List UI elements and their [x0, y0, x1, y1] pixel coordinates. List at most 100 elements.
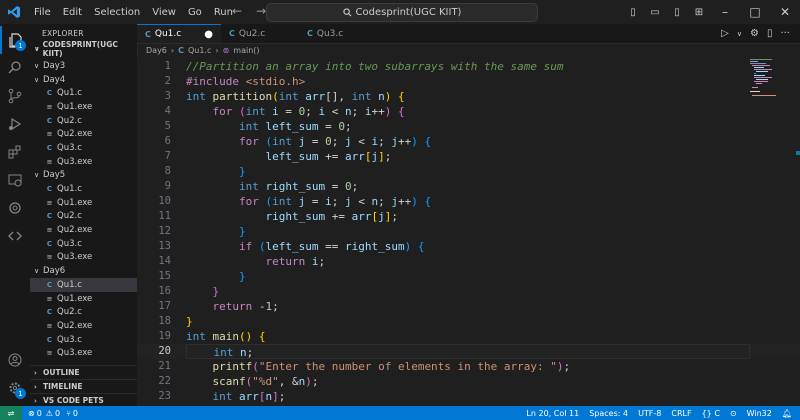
line-ending[interactable]: CRLF: [671, 409, 691, 418]
tab-qu1-c[interactable]: C Qu1.c ●: [137, 24, 221, 43]
folder-day5[interactable]: ∨ Day5: [30, 169, 137, 183]
file-item[interactable]: ≡ Qu3.exe: [30, 251, 137, 265]
errors-count[interactable]: 0: [37, 409, 42, 418]
accounts-icon[interactable]: [0, 346, 30, 374]
search-view-icon[interactable]: [0, 54, 30, 82]
menu-view[interactable]: View: [146, 7, 182, 18]
breadcrumb-file[interactable]: Qu1.c: [188, 46, 211, 55]
code-line[interactable]: 1 //Partition an array into two subarrays…: [137, 59, 800, 74]
chatgpt-icon[interactable]: [0, 194, 30, 222]
extensions-icon[interactable]: [0, 138, 30, 166]
layout-icon[interactable]: ⊞: [688, 7, 710, 18]
unsaved-dot-icon[interactable]: ●: [204, 29, 213, 40]
file-item[interactable]: C Qu1.c: [30, 182, 137, 196]
file-item[interactable]: C Qu2.c: [30, 305, 137, 319]
explorer-icon[interactable]: 1: [0, 26, 30, 54]
code-line[interactable]: 19 int main() {: [137, 329, 800, 344]
file-item[interactable]: ≡ Qu1.exe: [30, 196, 137, 210]
code-line[interactable]: 10 for (int j = i; j < n; j++) {: [137, 194, 800, 209]
copilot-icon[interactable]: ⊙: [730, 409, 737, 418]
menu-file[interactable]: File: [28, 7, 57, 18]
code-line[interactable]: 2 #include <stdio.h>: [137, 74, 800, 89]
remote-explorer-icon[interactable]: [0, 166, 30, 194]
file-item[interactable]: ≡ Qu1.exe: [30, 100, 137, 114]
project-folder[interactable]: ∨ CODESPRINT(UGC KIIT): [30, 40, 137, 58]
ports-count[interactable]: 0: [73, 409, 78, 418]
file-item[interactable]: ≡ Qu1.exe: [30, 292, 137, 306]
folder-day3[interactable]: ∨ Day3: [30, 59, 137, 73]
settings-gear-icon[interactable]: 1: [0, 374, 30, 402]
code-line[interactable]: 11 right_sum += arr[j];: [137, 209, 800, 224]
code-line[interactable]: 17 return -1;: [137, 299, 800, 314]
code-line[interactable]: 18}: [137, 314, 800, 329]
forward-arrow-icon[interactable]: →: [256, 4, 266, 18]
code-line[interactable]: 4 for (int i = 0; i < n; i++) {: [137, 104, 800, 119]
file-item[interactable]: ≡ Qu2.exe: [30, 127, 137, 141]
file-item[interactable]: C Qu2.c: [30, 210, 137, 224]
folder-day6[interactable]: ∨ Day6: [30, 264, 137, 278]
more-actions-icon[interactable]: ···: [780, 28, 790, 39]
code-line[interactable]: 14 return i;: [137, 254, 800, 269]
toggle-sidebar-icon[interactable]: ▯: [622, 7, 644, 18]
menu-edit[interactable]: Edit: [57, 7, 88, 18]
code-line[interactable]: 13 if (left_sum == right_sum) {: [137, 239, 800, 254]
file-item[interactable]: ≡ Qu3.exe: [30, 346, 137, 360]
file-item[interactable]: C Qu3.c: [30, 237, 137, 251]
close-window-icon[interactable]: ✕: [770, 5, 800, 19]
timeline-section[interactable]: › TIMELINE: [30, 379, 137, 393]
file-item[interactable]: ≡ Qu3.exe: [30, 155, 137, 169]
code-line[interactable]: 6 for (int j = 0; j < i; j++) {: [137, 134, 800, 149]
code-editor[interactable]: 1 //Partition an array into two subarrays…: [137, 57, 800, 406]
ports-icon[interactable]: ⑂: [66, 409, 71, 418]
code-line[interactable]: 23 int arr[n];: [137, 389, 800, 404]
vs-code-pets-section[interactable]: › VS CODE PETS: [30, 393, 137, 406]
code-line[interactable]: 22 scanf("%d", &n);: [137, 374, 800, 389]
breadcrumb-symbol[interactable]: main(): [233, 46, 259, 55]
code-line[interactable]: 3 int partition(int arr[], int n) {: [137, 89, 800, 104]
code-line[interactable]: 15 }: [137, 269, 800, 284]
code-line[interactable]: 20 int n;: [137, 344, 800, 359]
toggle-panel-icon[interactable]: ▭: [644, 7, 666, 18]
file-item[interactable]: ≡ Qu2.exe: [30, 319, 137, 333]
notifications-bell-icon[interactable]: 🔔︎: [782, 409, 792, 418]
cursor-position[interactable]: Ln 20, Col 11: [526, 409, 579, 418]
menu-go[interactable]: Go: [182, 7, 208, 18]
tab-qu3-c[interactable]: C Qu3.c: [299, 24, 377, 43]
maximize-icon[interactable]: □: [740, 5, 770, 19]
file-item[interactable]: C Qu3.c: [30, 141, 137, 155]
back-arrow-icon[interactable]: ←: [232, 4, 242, 18]
code-icon[interactable]: [0, 222, 30, 250]
file-item[interactable]: ≡ Qu2.exe: [30, 223, 137, 237]
code-line[interactable]: 21 printf("Enter the number of elements …: [137, 359, 800, 374]
code-line[interactable]: 12 }: [137, 224, 800, 239]
file-item[interactable]: C Qu3.c: [30, 333, 137, 347]
code-line[interactable]: 8 }: [137, 164, 800, 179]
outline-section[interactable]: › OUTLINE: [30, 365, 137, 379]
folder-day4[interactable]: ∨ Day4: [30, 73, 137, 87]
toggle-secondary-sidebar-icon[interactable]: ▯: [666, 7, 688, 18]
code-line[interactable]: 5 int left_sum = 0;: [137, 119, 800, 134]
split-editor-icon[interactable]: ▯: [767, 28, 773, 39]
file-item[interactable]: C Qu2.c: [30, 114, 137, 128]
encoding[interactable]: UTF-8: [638, 409, 661, 418]
run-dropdown-chevron-icon[interactable]: ∨: [737, 30, 742, 38]
remote-indicator-icon[interactable]: ⇌: [0, 406, 22, 420]
warnings-count[interactable]: 0: [55, 409, 60, 418]
file-item[interactable]: C Qu1.c: [30, 86, 137, 100]
indentation[interactable]: Spaces: 4: [589, 409, 628, 418]
run-code-icon[interactable]: ▷: [721, 28, 729, 39]
file-item[interactable]: C Qu1.c: [30, 278, 137, 292]
errors-icon[interactable]: ⊗: [28, 409, 35, 418]
tab-qu2-c[interactable]: C Qu2.c: [221, 24, 299, 43]
platform[interactable]: Win32: [747, 409, 772, 418]
minimize-icon[interactable]: –: [710, 5, 740, 19]
run-debug-icon[interactable]: [0, 110, 30, 138]
source-control-icon[interactable]: [0, 82, 30, 110]
breadcrumb-folder[interactable]: Day6: [146, 46, 167, 55]
minimap[interactable]: [748, 57, 788, 406]
warnings-icon[interactable]: ⚠: [46, 409, 53, 418]
language-mode[interactable]: {} C: [702, 409, 720, 418]
code-line[interactable]: 9 int right_sum = 0;: [137, 179, 800, 194]
command-center[interactable]: Codesprint(UGC KIIT): [266, 3, 538, 22]
gear-icon[interactable]: ⚙: [750, 28, 759, 39]
